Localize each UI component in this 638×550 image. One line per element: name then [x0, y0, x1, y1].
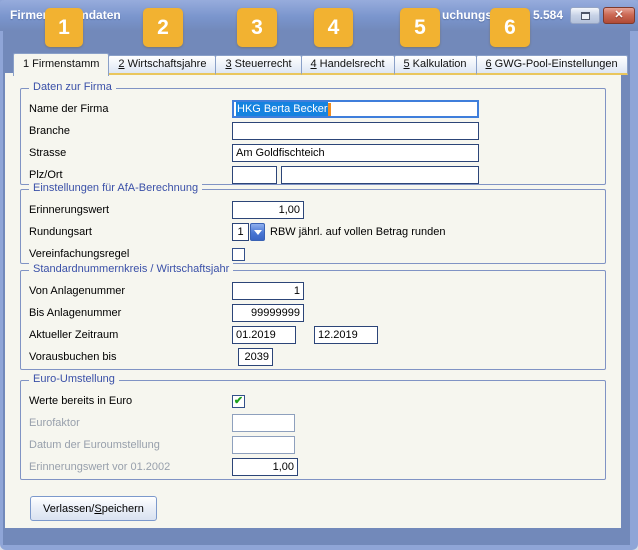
aktueller-zeitraum-label: Aktueller Zeitraum [29, 329, 232, 341]
form-row: Datum der Euroumstellung [21, 434, 605, 456]
restore-icon [581, 12, 590, 20]
title-right-fragment: uchungs [442, 8, 492, 22]
erinnerungswert-label: Erinnerungswert [29, 204, 232, 216]
annotation-badge-5: 5 [400, 8, 440, 47]
group-daten-zur-firma: Daten zur Firma Name der Firma HKG Berta… [20, 88, 606, 185]
rundungsart-dropdown-button[interactable] [250, 223, 265, 241]
group-afa-berechnung: Einstellungen für AfA-Berechnung Erinner… [20, 189, 606, 264]
eurofaktor-label: Eurofaktor [29, 417, 232, 429]
form-row: Vorausbuchen bis 2039 [21, 346, 605, 368]
button-label-part: peichern [102, 503, 144, 515]
restore-button[interactable] [570, 7, 600, 24]
tab-label: Wirtschaftsjahre [125, 58, 207, 70]
werte-bereits-in-euro-checkbox[interactable]: ✔ [232, 395, 245, 408]
bis-anlagenummer-label: Bis Anlagenummer [29, 307, 232, 319]
annotation-badge-1: 1 [45, 8, 83, 47]
annotation-badge-4: 4 [314, 8, 353, 47]
form-row: Strasse Am Goldfischteich [21, 142, 605, 164]
erinnerungswert-input[interactable]: 1,00 [232, 201, 304, 219]
rundungsart-combobox[interactable]: 1 [232, 223, 265, 241]
close-icon: ✕ [614, 10, 623, 21]
ort-input[interactable] [281, 166, 479, 184]
annotation-badge-2: 2 [143, 8, 183, 47]
rundungsart-description: RBW jährl. auf vollen Betrag runden [270, 226, 445, 238]
button-mnemonic: S [94, 503, 101, 515]
von-anlagenummer-label: Von Anlagenummer [29, 285, 232, 297]
application-window: Firmenstammdaten uchungs 5.584 ✕ 1 Firme… [0, 0, 638, 550]
tab-strip: 1 Firmenstamm 2 Wirtschaftsjahre 3 Steue… [13, 53, 627, 75]
annotation-badge-3: 3 [237, 8, 277, 47]
group-legend: Standardnummernkreis / Wirtschaftsjahr [29, 263, 233, 275]
annotation-badge-6: 6 [490, 8, 530, 47]
branche-input[interactable] [232, 122, 479, 140]
form-row: Name der Firma HKG Berta Becker [21, 98, 605, 120]
zeitraum-von-input[interactable]: 01.2019 [232, 326, 296, 344]
form-row: Rundungsart 1 RBW jährl. auf vollen Betr… [21, 221, 605, 243]
close-button[interactable]: ✕ [603, 7, 635, 24]
form-row: Aktueller Zeitraum 01.2019 12.2019 [21, 324, 605, 346]
plz-ort-label: Plz/Ort [29, 169, 232, 181]
form-row: Erinnerungswert vor 01.2002 1,00 [21, 456, 605, 478]
rundungsart-label: Rundungsart [29, 226, 232, 238]
selected-text: HKG Berta Becker [236, 102, 328, 116]
tab-handelsrecht[interactable]: 4 Handelsrecht [301, 55, 395, 75]
tab-label: Kalkulation [410, 58, 467, 70]
tab-kalkulation[interactable]: 5 Kalkulation [394, 55, 477, 75]
erinnerungswert-vor-2002-input[interactable]: 1,00 [232, 458, 298, 476]
werte-bereits-in-euro-label: Werte bereits in Euro [29, 395, 232, 407]
verlassen-speichern-button[interactable]: Verlassen/Speichern [30, 496, 157, 521]
chevron-down-icon [254, 230, 262, 235]
datum-euroumstellung-input[interactable] [232, 436, 295, 454]
form-row: Vereinfachungsregel [21, 243, 605, 265]
group-legend: Daten zur Firma [29, 81, 116, 93]
form-row: Eurofaktor [21, 412, 605, 434]
group-legend: Einstellungen für AfA-Berechnung [29, 182, 202, 194]
title-version-number: 5.584 [533, 8, 563, 22]
form-row: Werte bereits in Euro ✔ [21, 390, 605, 412]
rundungsart-value[interactable]: 1 [232, 223, 249, 241]
vereinfachungsregel-checkbox[interactable] [232, 248, 245, 261]
text-caret [328, 103, 331, 116]
tab-label: Steuerrecht [232, 58, 292, 70]
group-euro-umstellung: Euro-Umstellung Werte bereits in Euro ✔ … [20, 380, 606, 480]
strasse-input[interactable]: Am Goldfischteich [232, 144, 479, 162]
tab-label: GWG-Pool-Einstellungen [492, 58, 618, 70]
tab-wirtschaftsjahre[interactable]: 2 Wirtschaftsjahre [108, 55, 216, 75]
name-der-firma-input[interactable]: HKG Berta Becker [232, 100, 479, 118]
button-label-part: Verlassen/ [43, 503, 94, 515]
firmenstamm-panel: Daten zur Firma Name der Firma HKG Berta… [5, 73, 621, 528]
plz-input[interactable] [232, 166, 277, 184]
datum-euroumstellung-label: Datum der Euroumstellung [29, 439, 232, 451]
tab-gwg-pool-einstellungen[interactable]: 6 GWG-Pool-Einstellungen [476, 55, 628, 75]
tab-steuerrecht[interactable]: 3 Steuerrecht [215, 55, 301, 75]
form-row: Von Anlagenummer 1 [21, 280, 605, 302]
eurofaktor-input[interactable] [232, 414, 295, 432]
vereinfachungsregel-label: Vereinfachungsregel [29, 248, 232, 260]
tab-label: Handelsrecht [317, 58, 385, 70]
form-row: Bis Anlagenummer 99999999 [21, 302, 605, 324]
vorausbuchen-bis-label: Vorausbuchen bis [29, 351, 232, 363]
strasse-label: Strasse [29, 147, 232, 159]
tab-firmenstamm[interactable]: 1 Firmenstamm [13, 53, 109, 76]
name-der-firma-label: Name der Firma [29, 103, 232, 115]
erinnerungswert-vor-2002-label: Erinnerungswert vor 01.2002 [29, 461, 232, 473]
group-nummernkreis-wirtschaftsjahr: Standardnummernkreis / Wirtschaftsjahr V… [20, 270, 606, 370]
tab-label: Firmenstamm [29, 58, 99, 70]
form-row: Erinnerungswert 1,00 [21, 199, 605, 221]
form-row: Branche [21, 120, 605, 142]
bis-anlagenummer-input[interactable]: 99999999 [232, 304, 304, 322]
von-anlagenummer-input[interactable]: 1 [232, 282, 304, 300]
zeitraum-bis-input[interactable]: 12.2019 [314, 326, 378, 344]
branche-label: Branche [29, 125, 232, 137]
vorausbuchen-bis-input[interactable]: 2039 [238, 348, 273, 366]
group-legend: Euro-Umstellung [29, 373, 119, 385]
